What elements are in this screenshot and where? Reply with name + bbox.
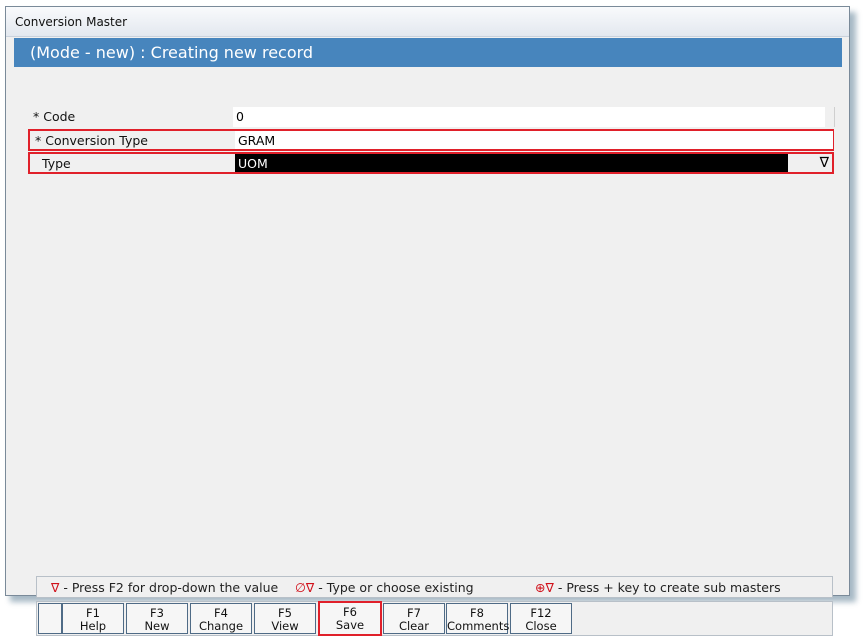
f1-help-button[interactable]: F1 Help (62, 603, 124, 634)
legend-create-sub-text: - Press + key to create sub masters (557, 580, 781, 595)
f6-key: F6 (343, 605, 357, 619)
title-bar[interactable]: Conversion Master (6, 7, 849, 37)
f12-label: Close (525, 619, 557, 633)
f3-new-button[interactable]: F3 New (126, 603, 188, 634)
mode-header: (Mode - new) : Creating new record (14, 38, 842, 67)
f1-label: Help (79, 619, 107, 633)
legend-dropdown: ∇ - Press F2 for drop-down the value (51, 580, 278, 595)
window-title: Conversion Master (15, 15, 128, 29)
type-row: Type UOM ∇ (28, 152, 834, 174)
f5-view-button[interactable]: F5 View (254, 603, 316, 634)
f6-save-button[interactable]: F6 Save (318, 601, 382, 636)
conversion-type-value: GRAM (238, 133, 276, 148)
f8-comments-button[interactable]: F8 Comments (446, 603, 510, 634)
f12-key: F12 (530, 606, 552, 620)
f3-label: New (144, 619, 170, 633)
create-sub-symbol-icon: ⊕∇ (535, 580, 554, 595)
legend-bar: ∇ - Press F2 for drop-down the value ∅∇ - … (36, 576, 833, 598)
mode-title: (Mode - new) : Creating new record (30, 43, 314, 62)
legend-type-choose-text: - Type or choose existing (318, 580, 474, 595)
f7-label: Clear (398, 619, 430, 633)
legend-dropdown-text: - Press F2 for drop-down the value (63, 580, 279, 595)
f5-label: View (271, 619, 299, 633)
code-field[interactable]: 0 (233, 107, 825, 127)
f4-change-button[interactable]: F4 Change (190, 603, 252, 634)
code-label: * Code (33, 109, 76, 124)
conversion-type-field[interactable]: GRAM (235, 131, 833, 149)
conversion-type-row: * Conversion Type GRAM (28, 129, 834, 151)
f7-clear-button[interactable]: F7 Clear (383, 603, 445, 634)
conversion-type-label: * Conversion Type (35, 133, 148, 148)
f6-label: Save (335, 618, 365, 632)
f4-key: F4 (214, 606, 228, 620)
type-label: Type (42, 156, 71, 171)
f8-label: Comments (447, 619, 510, 633)
form-area: * Code 0 * Conversion Type GRAM Type UOM… (14, 67, 842, 636)
f3-key: F3 (150, 606, 164, 620)
code-row: * Code 0 (28, 107, 835, 127)
blank-key-button[interactable] (38, 603, 62, 634)
conversion-master-window: Conversion Master (Mode - new) : Creatin… (5, 6, 850, 636)
f1-key: F1 (86, 606, 100, 620)
legend-type-choose: ∅∇ - Type or choose existing (295, 580, 474, 595)
dropdown-arrow-icon[interactable]: ∇ (820, 155, 829, 171)
dropdown-symbol-icon: ∇ (51, 580, 60, 595)
f8-key: F8 (470, 606, 484, 620)
f12-close-button[interactable]: F12 Close (510, 603, 572, 634)
type-value: UOM (238, 156, 268, 171)
f5-key: F5 (278, 606, 292, 620)
type-choose-symbol-icon: ∅∇ (295, 580, 315, 595)
code-value: 0 (236, 109, 244, 124)
function-key-bar: F1 Help F3 New F4 Change F5 View F6 Save… (36, 601, 833, 636)
f4-label: Change (198, 619, 244, 633)
legend-create-sub: ⊕∇ - Press + key to create sub masters (535, 580, 781, 595)
f7-key: F7 (407, 606, 421, 620)
type-select[interactable]: UOM (235, 154, 788, 172)
